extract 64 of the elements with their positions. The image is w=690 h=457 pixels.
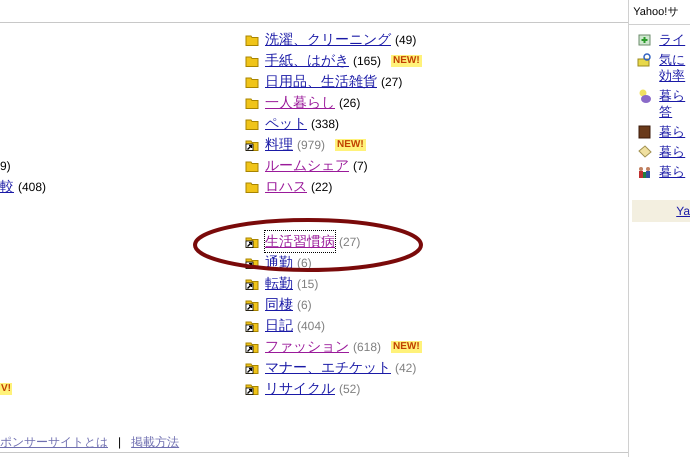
footer-link[interactable]: ポンサーサイトとは bbox=[0, 432, 108, 450]
category-link[interactable]: 料理 bbox=[265, 134, 293, 155]
item-count: (6) bbox=[297, 296, 312, 314]
item-count: (618) bbox=[353, 338, 382, 356]
item-count: (979) bbox=[297, 136, 326, 154]
category-link[interactable]: マナー、エチケット bbox=[265, 357, 391, 378]
category-link[interactable]: 日記 bbox=[265, 315, 293, 336]
book-icon bbox=[637, 124, 654, 140]
folder-icon bbox=[245, 118, 259, 130]
folder-icon bbox=[245, 160, 259, 172]
item-count: (408) bbox=[18, 178, 46, 196]
category-link[interactable]: 生活習慣病 bbox=[265, 231, 335, 252]
sidebar-footer-link[interactable]: Ya bbox=[632, 200, 690, 222]
item-count: (22) bbox=[311, 178, 332, 196]
sidebar-title: Yahoo!サ bbox=[629, 0, 690, 25]
shortcut-folder-icon bbox=[245, 382, 259, 394]
category-link[interactable]: 一人暮らし bbox=[265, 92, 335, 113]
sidebar-link[interactable]: 気に 効率 bbox=[659, 52, 686, 84]
bag-icon bbox=[637, 52, 654, 68]
item-count: (7) bbox=[353, 158, 368, 174]
item-count: (404) bbox=[297, 318, 326, 334]
item-count: (52) bbox=[339, 380, 360, 398]
bulb-icon bbox=[637, 88, 654, 104]
new-badge: NEW! bbox=[335, 138, 366, 150]
category-link[interactable]: ロハス bbox=[265, 176, 307, 197]
box-icon bbox=[637, 32, 654, 48]
shortcut-folder-icon bbox=[245, 298, 259, 310]
shortcut-folder-icon bbox=[245, 236, 259, 248]
item-count: (338) bbox=[311, 116, 340, 132]
item-count: (49) bbox=[395, 32, 416, 48]
shortcut-folder-icon bbox=[245, 340, 259, 352]
new-badge: V! bbox=[0, 382, 12, 394]
category-link[interactable]: 較 bbox=[0, 176, 14, 197]
folder-icon bbox=[245, 54, 259, 66]
item-count: 9) bbox=[0, 158, 11, 174]
category-link[interactable]: ペット bbox=[265, 113, 307, 134]
new-badge: NEW! bbox=[391, 54, 422, 66]
folder-icon bbox=[245, 180, 259, 192]
item-count: (165) bbox=[353, 52, 382, 70]
category-link[interactable]: ファッション bbox=[265, 336, 349, 357]
item-count: (26) bbox=[339, 94, 360, 112]
item-count: (15) bbox=[297, 276, 318, 292]
category-link[interactable]: 日用品、生活雑貨 bbox=[265, 71, 377, 92]
shortcut-folder-icon bbox=[245, 278, 259, 290]
shortcut-folder-icon bbox=[245, 138, 259, 150]
diamond-icon bbox=[637, 144, 654, 160]
category-link[interactable]: 洗濯、クリーニング bbox=[265, 29, 391, 50]
category-link[interactable]: リサイクル bbox=[265, 378, 335, 399]
category-link[interactable]: 転勤 bbox=[265, 273, 293, 294]
category-link[interactable]: ルームシェア bbox=[265, 155, 349, 176]
footer-link[interactable]: 掲載方法 bbox=[131, 432, 180, 450]
shortcut-folder-icon bbox=[245, 362, 259, 374]
item-count: (27) bbox=[339, 234, 360, 250]
folder-icon bbox=[245, 96, 259, 108]
category-link[interactable]: 同棲 bbox=[265, 294, 293, 315]
shortcut-folder-icon bbox=[245, 320, 259, 332]
separator: | bbox=[118, 434, 122, 450]
new-badge: NEW! bbox=[391, 340, 422, 352]
folder-icon bbox=[245, 34, 259, 46]
category-link[interactable]: 手紙、はがき bbox=[265, 50, 349, 71]
folder-icon bbox=[245, 76, 259, 88]
sidebar-link[interactable]: ライ bbox=[659, 32, 686, 48]
item-count: (42) bbox=[395, 360, 416, 376]
item-count: (27) bbox=[381, 74, 402, 90]
